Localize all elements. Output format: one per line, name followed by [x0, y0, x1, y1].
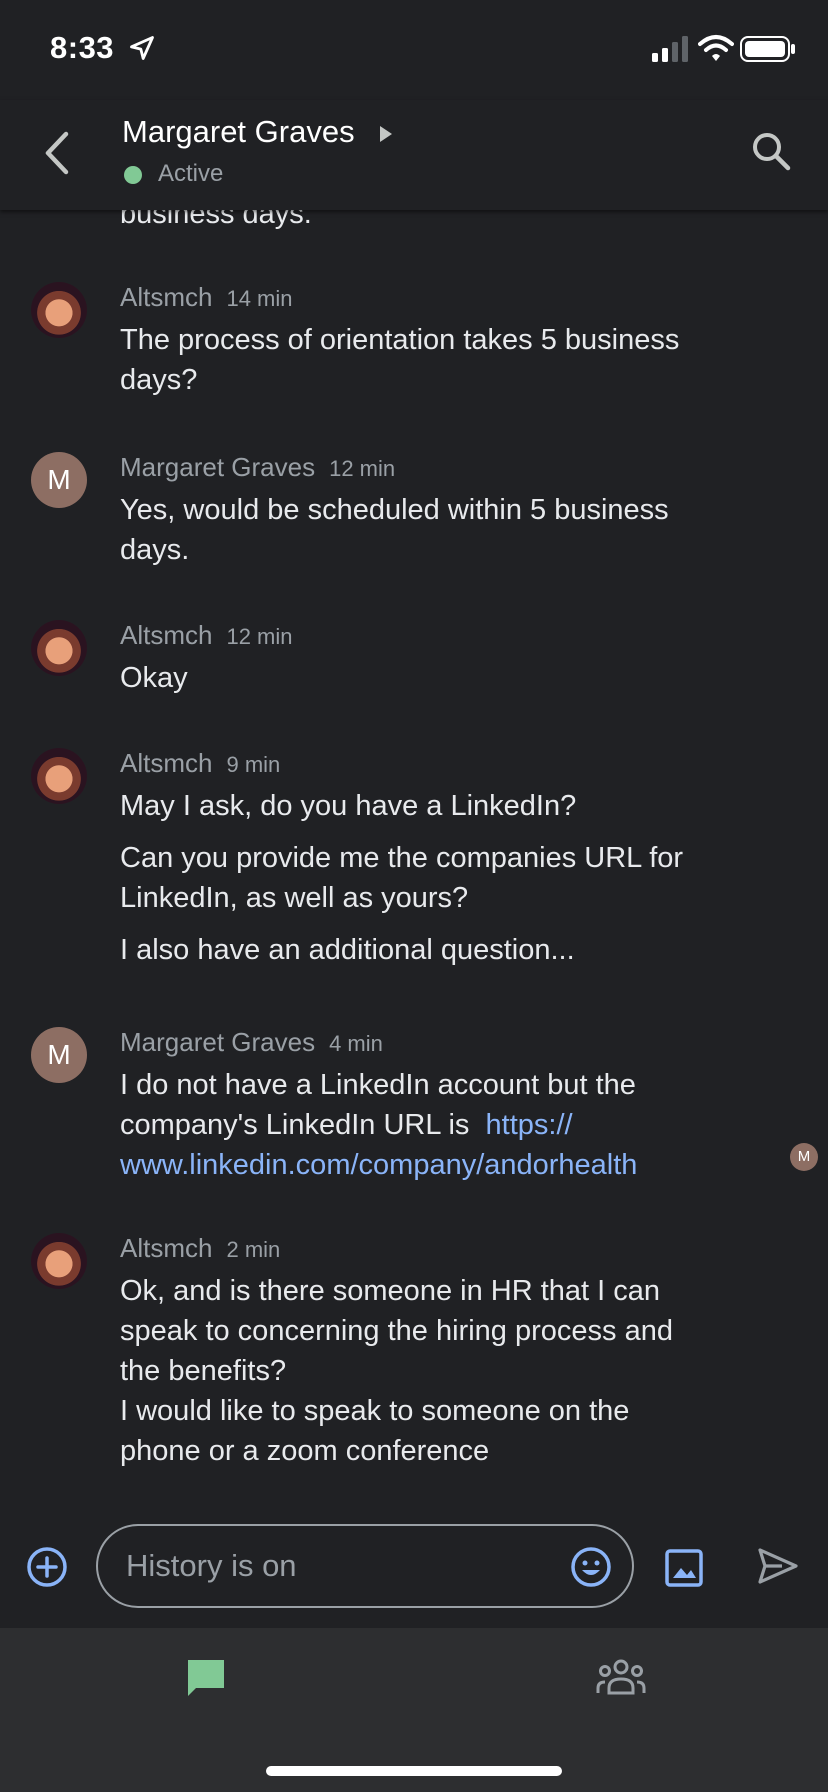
image-icon[interactable]: [664, 1548, 704, 1588]
sender-line: Altsmch 2 min: [120, 1233, 280, 1264]
sender-name: Altsmch: [120, 282, 213, 312]
message-time: 12 min: [329, 456, 396, 481]
message-line: Okay: [120, 662, 188, 694]
avatar[interactable]: [31, 282, 87, 338]
presence-indicator: [124, 166, 142, 184]
message-line: May I ask, do you have a LinkedIn?: [120, 790, 577, 822]
message-body: I do not have a LinkedIn account but the…: [120, 1065, 770, 1185]
message-input-placeholder: History is on: [126, 1548, 297, 1583]
message-time: 4 min: [329, 1031, 383, 1056]
battery-icon: [740, 36, 795, 62]
message-line: phone or a zoom conference: [120, 1435, 490, 1467]
message-line: speak to concerning the hiring process a…: [120, 1315, 673, 1347]
avatar[interactable]: [31, 748, 87, 804]
bottom-navigation: [0, 1628, 828, 1792]
url-link[interactable]: https://: [486, 1109, 573, 1141]
sender-line: Margaret Graves 12 min: [120, 452, 395, 483]
caret-right-icon[interactable]: [378, 124, 394, 144]
message-body: The process of orientation takes 5 busin…: [120, 320, 770, 400]
message-time: 14 min: [226, 286, 293, 311]
message-line: I also have an additional question...: [120, 934, 575, 966]
emoji-icon[interactable]: [570, 1546, 612, 1588]
presence-label: Active: [158, 160, 224, 187]
message-line: I do not have a LinkedIn account but the: [120, 1069, 636, 1101]
message-thread[interactable]: business days. Altsmch 14 min The process…: [0, 210, 828, 1500]
read-receipt-avatar: M: [790, 1143, 818, 1171]
home-indicator: [266, 1766, 562, 1776]
avatar[interactable]: [31, 620, 87, 676]
conversation-header: Margaret Graves Active: [0, 100, 828, 210]
message-input[interactable]: History is on: [96, 1524, 634, 1608]
sender-line: Altsmch 14 min: [120, 282, 293, 313]
sender-name: Altsmch: [120, 620, 213, 650]
message-line: the benefits?: [120, 1355, 287, 1387]
message-line: days?: [120, 364, 198, 396]
message-fragment: business days.: [120, 210, 312, 230]
message-line: The process of orientation takes 5 busin…: [120, 324, 680, 356]
search-icon[interactable]: [750, 130, 792, 172]
message-text: company's LinkedIn URL is: [120, 1109, 478, 1141]
avatar[interactable]: M: [31, 452, 87, 508]
composer: History is on: [0, 1500, 828, 1628]
send-icon[interactable]: [756, 1544, 800, 1588]
location-arrow-icon: [130, 36, 154, 60]
sender-name: Margaret Graves: [120, 1027, 316, 1057]
message-line: I would like to speak to someone on the: [120, 1395, 630, 1427]
chat-tab-icon[interactable]: [184, 1656, 228, 1700]
signal-icon: [652, 36, 688, 62]
status-bar: 8:33: [0, 0, 828, 100]
url-link[interactable]: www.linkedin.com/company/andorhealth: [120, 1145, 770, 1185]
sender-name: Altsmch: [120, 1233, 213, 1263]
message-line: days.: [120, 534, 190, 566]
contact-name[interactable]: Margaret Graves: [122, 114, 355, 150]
status-time: 8:33: [50, 30, 115, 65]
message-time: 2 min: [226, 1237, 281, 1262]
message-line: Can you provide me the companies URL for: [120, 842, 684, 874]
message-line: Yes, would be scheduled within 5 busines…: [120, 494, 669, 526]
wifi-icon: [698, 35, 734, 61]
add-circle-icon[interactable]: [26, 1546, 68, 1588]
message-line-with-link: company's LinkedIn URL is https://: [120, 1105, 770, 1145]
message-line: LinkedIn, as well as yours?: [120, 882, 469, 914]
message-time: 9 min: [226, 752, 281, 777]
message-body: Yes, would be scheduled within 5 busines…: [120, 490, 770, 570]
message-line: Ok, and is there someone in HR that I ca…: [120, 1275, 660, 1307]
sender-name: Altsmch: [120, 748, 213, 778]
sender-line: Altsmch 9 min: [120, 748, 280, 779]
message-body: Okay: [120, 658, 770, 698]
avatar[interactable]: [31, 1233, 87, 1289]
message-body: Ok, and is there someone in HR that I ca…: [120, 1271, 770, 1471]
rooms-tab-icon[interactable]: [596, 1658, 646, 1696]
back-arrow-icon[interactable]: [38, 128, 78, 178]
sender-line: Altsmch 12 min: [120, 620, 293, 651]
message-time: 12 min: [226, 624, 293, 649]
message-body: May I ask, do you have a LinkedIn? Can y…: [120, 786, 770, 970]
sender-line: Margaret Graves 4 min: [120, 1027, 383, 1058]
avatar[interactable]: M: [31, 1027, 87, 1083]
sender-name: Margaret Graves: [120, 452, 316, 482]
